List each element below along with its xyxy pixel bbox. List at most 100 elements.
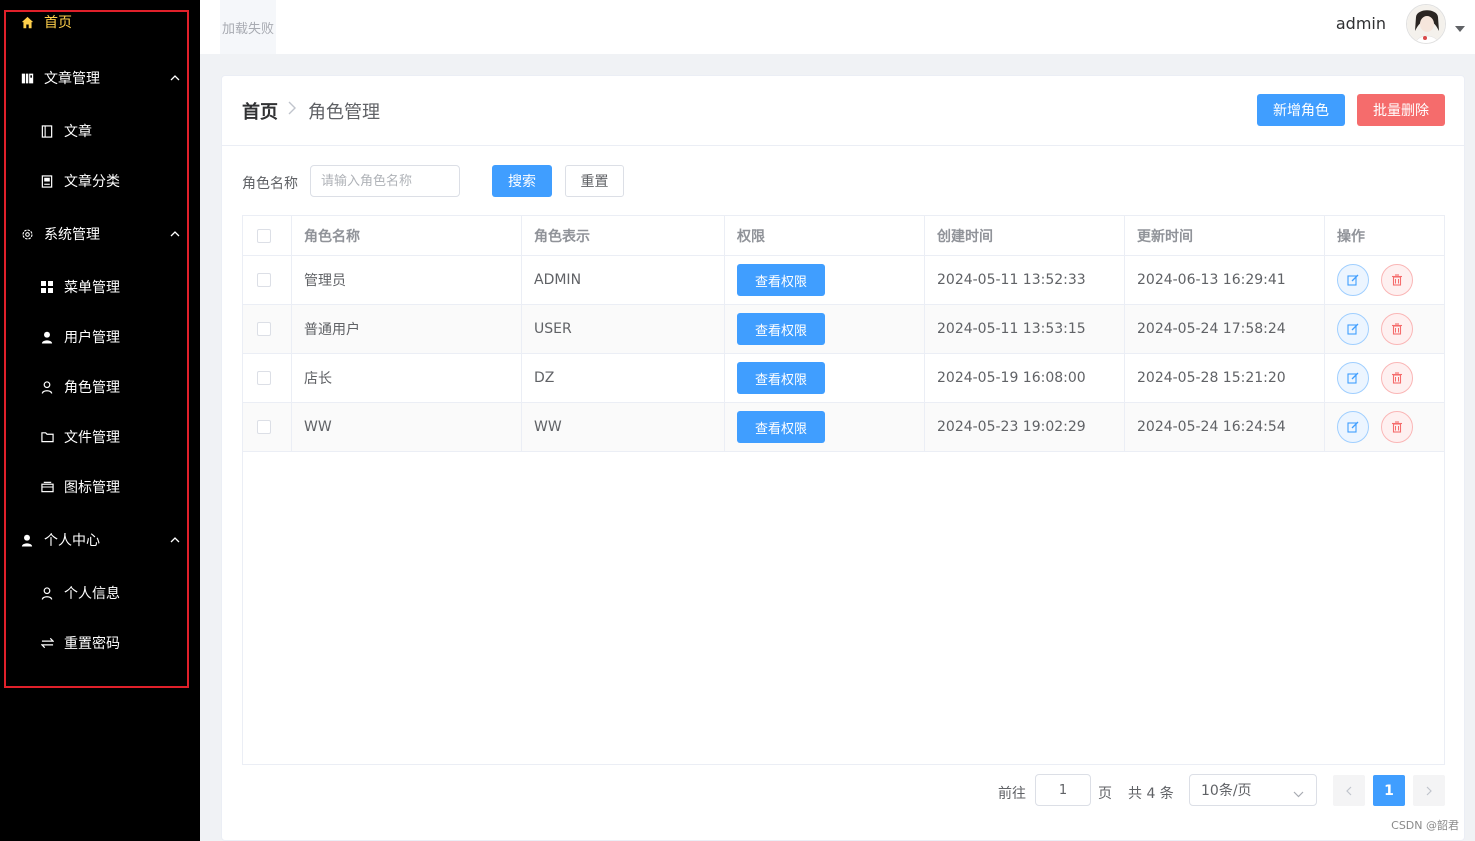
trash-icon	[1392, 421, 1402, 433]
home-icon	[20, 15, 34, 29]
page-size-select[interactable]: 10条/页	[1189, 774, 1317, 806]
sidebar-item-reset-password[interactable]: 重置密码	[0, 618, 190, 668]
prev-page-button[interactable]	[1333, 775, 1365, 806]
cell-updated-time: 2024-05-24 17:58:24	[1137, 321, 1286, 337]
logo-image-broken: 加载失败	[220, 0, 276, 54]
view-permission-button[interactable]: 查看权限	[737, 264, 825, 296]
sidebar-item-file-mgmt[interactable]: 文件管理	[0, 412, 190, 462]
chevron-right-icon	[1426, 786, 1432, 795]
col-divider	[724, 216, 725, 451]
cell-created-time: 2024-05-19 16:08:00	[937, 370, 1086, 386]
grid-icon	[40, 280, 54, 294]
page-size-value: 10条/页	[1201, 783, 1252, 799]
chevron-left-icon	[1346, 786, 1352, 795]
row-checkbox[interactable]	[257, 273, 271, 287]
cell-updated-time: 2024-05-28 15:21:20	[1137, 370, 1286, 386]
header-permission: 权限	[737, 228, 765, 245]
pager-page-unit: 页	[1098, 786, 1112, 802]
card-header: 首页 角色管理 新增角色 批量删除	[222, 76, 1464, 146]
main-card: 首页 角色管理 新增角色 批量删除 角色名称 搜索 重置 角色名称 角色表示 权…	[221, 75, 1465, 841]
reset-button[interactable]: 重置	[565, 165, 624, 197]
next-page-button[interactable]	[1413, 775, 1445, 806]
add-role-button[interactable]: 新增角色	[1257, 94, 1345, 126]
cell-role-name: 管理员	[304, 273, 346, 289]
pager-goto-input[interactable]	[1035, 774, 1091, 806]
chevron-up-icon	[170, 535, 180, 545]
sidebar-group-label: 文章管理	[44, 71, 100, 87]
notebook-icon	[20, 71, 34, 85]
sidebar-item-icon-mgmt[interactable]: 图标管理	[0, 462, 190, 512]
view-permission-button[interactable]: 查看权限	[737, 411, 825, 443]
category-doc-icon	[40, 174, 54, 188]
trash-icon	[1392, 372, 1402, 384]
sidebar-item-label: 文件管理	[64, 430, 120, 446]
sidebar-group-label: 个人中心	[44, 533, 100, 549]
sidebar-item-label: 文章	[64, 124, 92, 140]
watermark: CSDN @韶君	[1391, 819, 1459, 832]
sidebar-item-home[interactable]: 首页	[0, 0, 190, 47]
caret-down-icon[interactable]	[1455, 20, 1465, 36]
sidebar-group-article[interactable]: 文章管理	[0, 53, 190, 103]
sidebar-item-label: 角色管理	[64, 380, 120, 396]
edit-icon	[1347, 274, 1359, 286]
edit-icon	[1347, 421, 1359, 433]
header-created-time: 创建时间	[937, 228, 993, 245]
sidebar-item-user-mgmt[interactable]: 用户管理	[0, 312, 190, 362]
breadcrumb-home[interactable]: 首页	[242, 98, 278, 124]
sidebar-group-personal[interactable]: 个人中心	[0, 515, 190, 565]
document-icon	[40, 124, 54, 138]
sidebar-item-label: 图标管理	[64, 480, 120, 496]
edit-button[interactable]	[1337, 411, 1369, 443]
page-number-button[interactable]: 1	[1373, 775, 1405, 806]
delete-button[interactable]	[1381, 264, 1413, 296]
chevron-up-icon	[170, 229, 180, 239]
batch-delete-button[interactable]: 批量删除	[1357, 94, 1445, 126]
row-checkbox[interactable]	[257, 322, 271, 336]
row-divider	[243, 451, 1444, 452]
trash-icon	[1392, 274, 1402, 286]
sidebar-item-menu-mgmt[interactable]: 菜单管理	[0, 262, 190, 312]
chevron-up-icon	[170, 73, 180, 83]
edit-button[interactable]	[1337, 264, 1369, 296]
sidebar-item-label: 文章分类	[64, 174, 120, 190]
top-header: 加载失败 admin	[200, 0, 1475, 54]
avatar[interactable]	[1406, 4, 1446, 44]
cell-role-code: DZ	[534, 370, 555, 386]
switch-arrows-icon	[40, 636, 54, 650]
cell-updated-time: 2024-05-24 16:24:54	[1137, 419, 1286, 435]
sidebar-item-label: 菜单管理	[64, 280, 120, 296]
delete-button[interactable]	[1381, 362, 1413, 394]
delete-button[interactable]	[1381, 313, 1413, 345]
select-all-checkbox[interactable]	[257, 229, 271, 243]
role-name-search-input[interactable]	[310, 165, 460, 197]
sidebar-item-label: 首页	[44, 15, 72, 31]
sidebar-item-article-category[interactable]: 文章分类	[0, 156, 190, 206]
sidebar-item-article[interactable]: 文章	[0, 106, 190, 156]
cell-updated-time: 2024-06-13 16:29:41	[1137, 272, 1286, 288]
search-button[interactable]: 搜索	[492, 165, 552, 197]
row-checkbox[interactable]	[257, 420, 271, 434]
folder-icon	[40, 430, 54, 444]
chevron-down-icon	[1293, 786, 1304, 802]
sidebar-item-role-mgmt[interactable]: 角色管理	[0, 362, 190, 412]
username[interactable]: admin	[1336, 14, 1386, 33]
cell-role-name: 店长	[304, 371, 332, 387]
trash-icon	[1392, 323, 1402, 335]
view-permission-button[interactable]: 查看权限	[737, 362, 825, 394]
sidebar-group-system[interactable]: 系统管理	[0, 209, 190, 259]
breadcrumb-current: 角色管理	[308, 102, 380, 123]
edit-button[interactable]	[1337, 362, 1369, 394]
view-permission-button[interactable]: 查看权限	[737, 313, 825, 345]
cell-role-name: 普通用户	[304, 322, 360, 338]
delete-button[interactable]	[1381, 411, 1413, 443]
cell-created-time: 2024-05-11 13:52:33	[937, 272, 1086, 288]
row-checkbox[interactable]	[257, 371, 271, 385]
sidebar-item-label: 重置密码	[64, 636, 120, 652]
edit-button[interactable]	[1337, 313, 1369, 345]
sidebar: 首页 文章管理 文章 文章分类 系统管理 菜单管理 用户管理 角色管理 文件管理…	[0, 0, 200, 841]
sidebar-item-personal-info[interactable]: 个人信息	[0, 568, 190, 618]
user-outline-icon	[40, 380, 54, 394]
sidebar-item-label: 个人信息	[64, 586, 120, 602]
user-filled-icon	[20, 533, 34, 547]
pager-total: 共 4 条	[1128, 786, 1174, 802]
